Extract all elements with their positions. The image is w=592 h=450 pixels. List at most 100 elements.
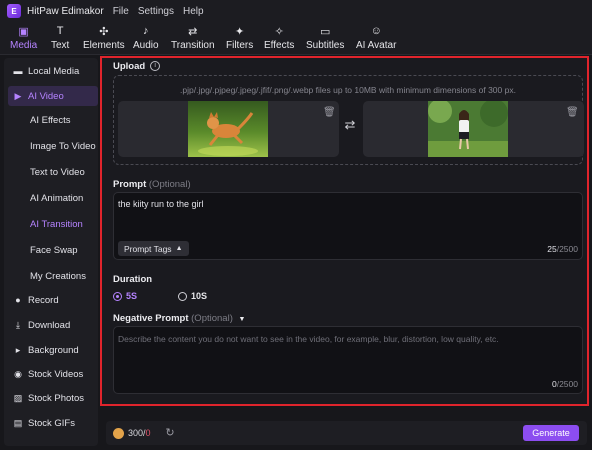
sidebar-item-label: Background: [28, 344, 79, 356]
stock-videos-icon: ◉: [14, 368, 22, 379]
credits-need: 0: [145, 428, 151, 438]
sidebar-item-download[interactable]: ⤓ Download: [8, 315, 98, 335]
upload-dropzone[interactable]: .pjp/.jpg/.pjpeg/.jpeg/.jfif/.png/.webp …: [113, 75, 584, 165]
negative-counter: 0/2500: [552, 379, 578, 389]
prompt-count: 25: [547, 244, 557, 254]
upload-hint: .pjp/.jpg/.pjpeg/.jpeg/.jfif/.png/.webp …: [180, 85, 516, 95]
sidebar-item-face-swap[interactable]: Face Swap: [8, 240, 98, 260]
tab-label: Audio: [133, 40, 159, 51]
tab-filters[interactable]: ✦ Filters: [226, 24, 254, 52]
cat-thumbnail: [188, 101, 268, 157]
sidebar-item-label: AI Effects: [30, 114, 71, 126]
transition-icon: ⇄: [188, 25, 198, 38]
menu-help[interactable]: Help: [183, 6, 204, 17]
sidebar-item-record[interactable]: ● Record: [8, 290, 98, 310]
stock-photos-icon: ▨: [13, 392, 23, 403]
prompt-tags-label: Prompt Tags: [124, 243, 172, 254]
sidebar: ▬ Local Media ▶ AI Video AI Effects Imag…: [4, 58, 98, 446]
main-toolbar: ▣ Media T Text ✣ Elements ♪ Audio ⇄ Tran…: [0, 22, 592, 55]
prompt-text[interactable]: the kiity run to the girl: [118, 199, 204, 209]
elements-icon: ✣: [99, 25, 109, 38]
refresh-icon[interactable]: ↻: [164, 427, 176, 439]
sidebar-item-label: Stock Videos: [28, 368, 84, 380]
sidebar-item-label: Stock Photos: [28, 392, 84, 404]
tab-transition[interactable]: ⇄ Transition: [171, 24, 215, 52]
tab-text[interactable]: T Text: [51, 24, 69, 51]
folder-icon: ▬: [13, 66, 23, 76]
negative-max: /2500: [556, 379, 578, 389]
trash-icon[interactable]: 🗑: [566, 107, 579, 118]
sidebar-item-stock-videos[interactable]: ◉ Stock Videos: [8, 364, 98, 384]
tab-label: Subtitles: [306, 40, 345, 51]
tab-elements[interactable]: ✣ Elements: [83, 24, 125, 52]
prompt-label: Prompt (Optional): [113, 179, 191, 190]
sidebar-item-ai-effects[interactable]: AI Effects: [8, 110, 98, 130]
sidebar-item-label: AI Transition: [30, 218, 83, 230]
sidebar-item-local-media[interactable]: ▬ Local Media: [8, 61, 98, 81]
negative-prompt-input[interactable]: Describe the content you do not want to …: [113, 326, 583, 394]
tab-subtitles[interactable]: ▭ Subtitles: [306, 24, 345, 52]
ai-transition-panel: Upload i .pjp/.jpg/.pjpeg/.jpeg/.jfif/.pn…: [100, 56, 589, 406]
subtitles-icon: ▭: [319, 25, 331, 38]
prompt-input[interactable]: the kiity run to the girl Prompt Tags ▲ …: [113, 192, 583, 260]
swap-icon[interactable]: ⇄: [343, 118, 357, 132]
tab-label: Transition: [171, 40, 215, 51]
sidebar-item-text-to-video[interactable]: Text to Video: [8, 162, 98, 182]
sidebar-item-stock-photos[interactable]: ▨ Stock Photos: [8, 388, 98, 408]
tab-label: Filters: [226, 40, 254, 51]
coin-icon: [113, 427, 124, 439]
prompt-counter: 25/2500: [547, 244, 578, 254]
text-icon: T: [56, 25, 64, 37]
credits-have: 300: [128, 428, 144, 438]
sidebar-item-label: AI Video: [28, 90, 64, 102]
duration-label: Duration: [113, 274, 153, 285]
app-logo-icon: E: [7, 4, 21, 18]
tab-media[interactable]: ▣ Media: [10, 24, 38, 52]
sidebar-item-label: Image To Video: [30, 140, 96, 152]
sidebar-item-my-creations[interactable]: My Creations: [8, 266, 98, 286]
optional-tag: (Optional): [191, 313, 233, 324]
negative-prompt-label-text: Negative Prompt: [113, 313, 189, 324]
radio-label: 5S: [126, 291, 138, 301]
sidebar-item-ai-transition[interactable]: AI Transition: [8, 214, 98, 234]
app-title: HitPaw Edimakor: [27, 5, 104, 17]
credits-display: 300/0: [113, 426, 151, 440]
sidebar-item-label: Record: [28, 294, 59, 306]
generate-button[interactable]: Generate: [523, 425, 579, 441]
tab-label: Media: [10, 40, 38, 51]
stock-gifs-icon: ▤: [13, 417, 23, 428]
filters-icon: ✦: [235, 25, 245, 38]
prompt-max: /2500: [556, 244, 578, 254]
last-frame-slot[interactable]: 🗑: [363, 101, 584, 157]
sidebar-item-label: Text to Video: [30, 166, 85, 178]
first-frame-slot[interactable]: 🗑: [118, 101, 339, 157]
upload-label-text: Upload: [113, 61, 146, 72]
trash-icon[interactable]: 🗑: [323, 107, 336, 118]
tab-effects[interactable]: ✧ Effects: [264, 24, 294, 52]
sidebar-item-label: AI Animation: [30, 192, 84, 204]
sidebar-item-background[interactable]: ▸ Background: [8, 340, 98, 360]
caret-down-icon[interactable]: ▼: [239, 316, 246, 323]
prompt-label-text: Prompt: [113, 179, 147, 190]
sidebar-item-ai-animation[interactable]: AI Animation: [8, 188, 98, 208]
sidebar-item-image-to-video[interactable]: Image To Video: [8, 136, 98, 156]
optional-tag: (Optional): [148, 179, 191, 190]
duration-10s-radio[interactable]: 10S: [178, 291, 207, 301]
background-icon: ▸: [15, 344, 21, 355]
duration-5s-radio[interactable]: 5S: [113, 291, 137, 301]
sidebar-item-stock-gifs[interactable]: ▤ Stock GIFs: [8, 413, 98, 433]
sidebar-item-ai-video[interactable]: ▶ AI Video: [8, 86, 98, 106]
tab-audio[interactable]: ♪ Audio: [133, 24, 159, 51]
radio-dot-icon: [113, 291, 122, 301]
prompt-tags-button[interactable]: Prompt Tags ▲: [118, 241, 189, 256]
radio-label: 10S: [191, 291, 208, 301]
title-bar: E HitPaw Edimakor File Settings Help: [0, 0, 592, 22]
upload-label: Upload i: [113, 61, 161, 72]
info-icon[interactable]: i: [150, 61, 161, 72]
tab-ai-avatar[interactable]: ☺ AI Avatar: [356, 24, 396, 51]
menu-file[interactable]: File: [113, 6, 129, 17]
record-icon: ●: [15, 295, 21, 305]
negative-prompt-label[interactable]: Negative Prompt (Optional) ▼: [113, 313, 245, 324]
menu-settings[interactable]: Settings: [138, 6, 174, 17]
sidebar-item-label: Download: [28, 319, 71, 331]
